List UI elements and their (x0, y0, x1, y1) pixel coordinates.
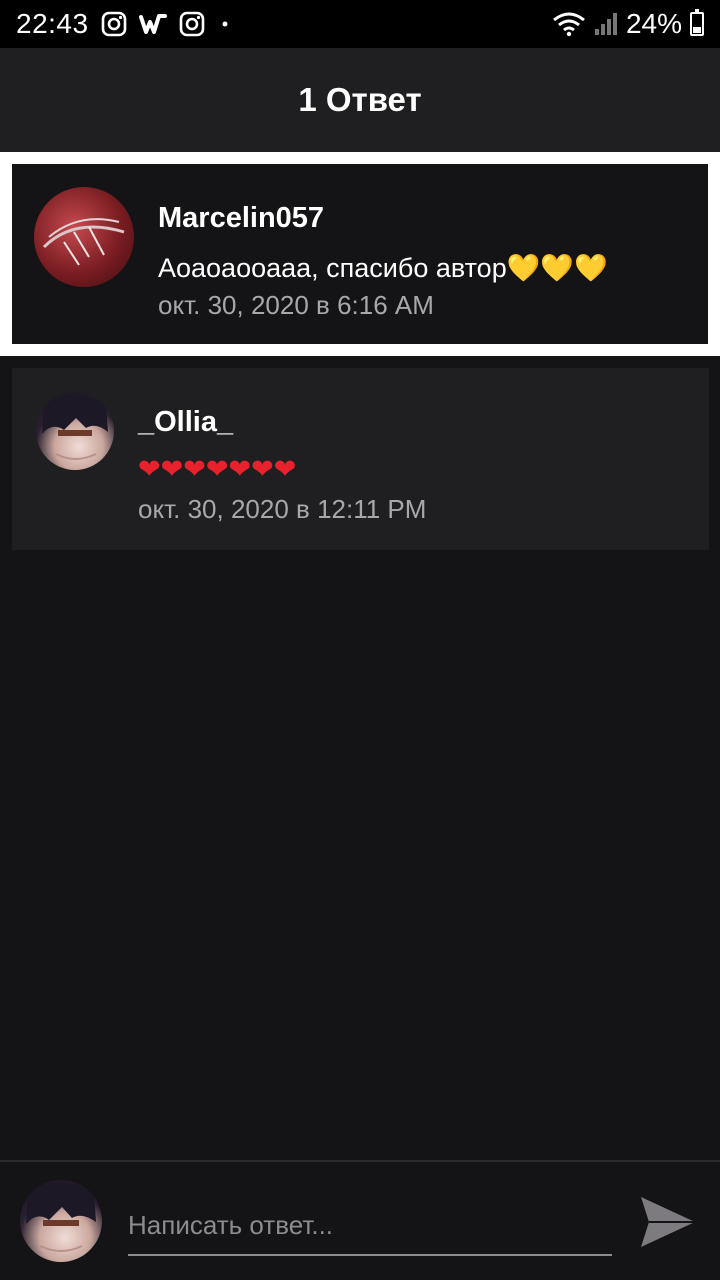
page-title: 1 Ответ (298, 81, 422, 118)
dot-icon (217, 16, 233, 32)
current-user-avatar (20, 1180, 102, 1262)
status-bar: 22:43 24% (0, 0, 720, 48)
comment-timestamp: окт. 30, 2020 в 6:16 AM (158, 290, 434, 320)
parent-comment[interactable]: Marcelin057 Аоаоаооааа, спасибо автор💛💛💛… (12, 164, 708, 344)
reply-username[interactable]: _Ollia_ (138, 406, 233, 439)
signal-icon (594, 11, 618, 37)
instagram-icon (101, 11, 127, 37)
wifi-icon (552, 11, 586, 37)
battery-icon (690, 9, 704, 36)
instagram-icon (179, 11, 205, 37)
reply-composer (0, 1160, 720, 1280)
send-icon (641, 1197, 695, 1247)
wattpad-icon (138, 12, 167, 36)
comment-text-body: Аоаоаооааа, спасибо автор (158, 253, 507, 283)
status-time: 22:43 (16, 8, 89, 39)
header: 1 Ответ (0, 48, 720, 152)
yellow-heart-emoji: 💛💛💛 (506, 253, 608, 283)
battery-percent: 24% (625, 8, 682, 39)
reply-timestamp: окт. 30, 2020 в 12:11 PM (138, 494, 427, 524)
send-button[interactable] (636, 1192, 700, 1252)
comment-text: Аоаоаооааа, спасибо автор💛💛💛 (158, 252, 608, 284)
parent-comment-highlight: Marcelin057 Аоаоаооааа, спасибо автор💛💛💛… (0, 152, 720, 356)
reply-input[interactable] (128, 1196, 612, 1256)
reply-comment[interactable]: _Ollia_ ❤❤❤❤❤❤❤ окт. 30, 2020 в 12:11 PM (12, 368, 709, 550)
comment-username[interactable]: Marcelin057 (158, 202, 324, 235)
avatar[interactable] (36, 392, 114, 470)
avatar[interactable] (34, 187, 134, 287)
red-heart-emoji: ❤❤❤❤❤❤❤ (138, 454, 297, 484)
